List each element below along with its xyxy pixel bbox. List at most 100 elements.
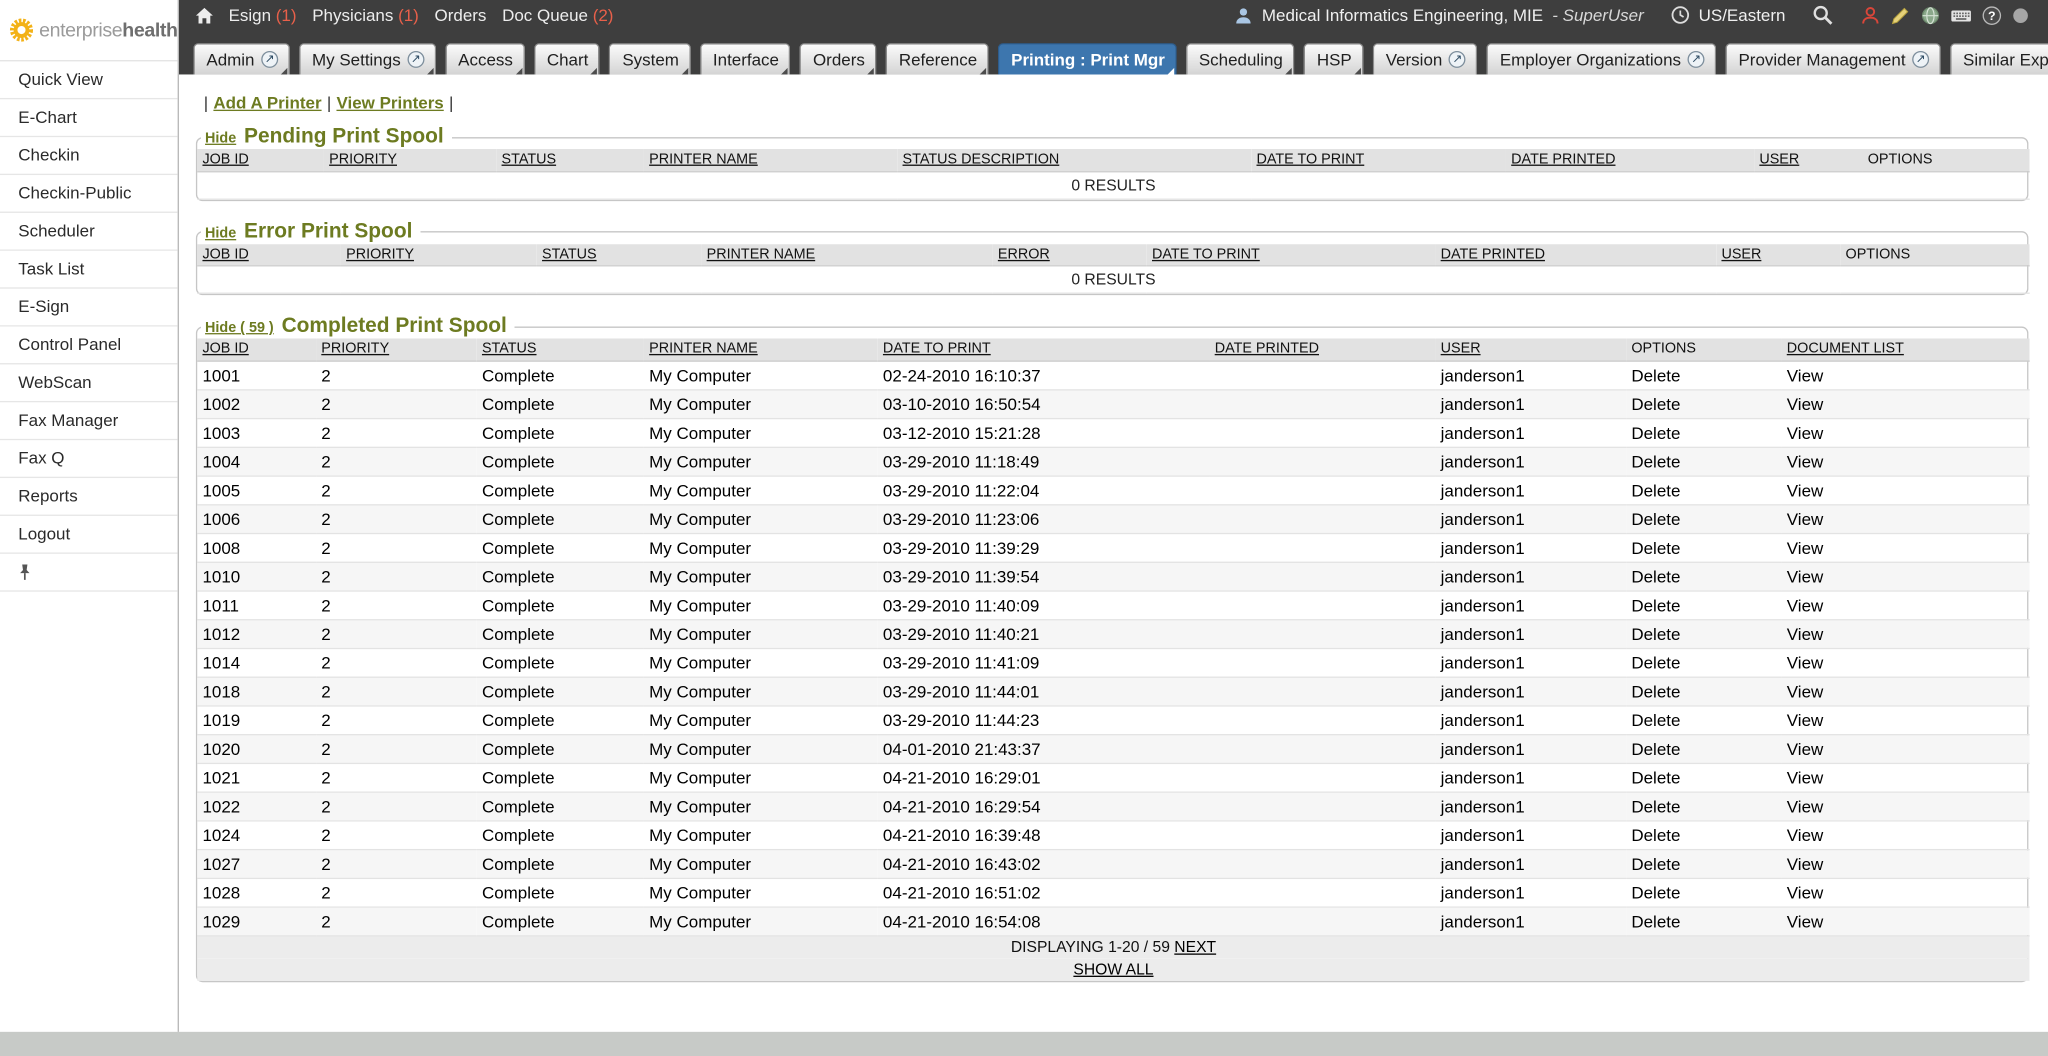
- sidebar-item-logout[interactable]: Logout: [0, 516, 178, 554]
- delete-link[interactable]: Delete: [1631, 537, 1680, 557]
- delete-link[interactable]: Delete: [1631, 423, 1680, 443]
- tab-my-settings[interactable]: My Settings↗: [299, 43, 436, 74]
- view-link[interactable]: View: [1787, 882, 1824, 902]
- tab-access[interactable]: Access: [445, 43, 525, 74]
- sidebar-item-quick-view[interactable]: Quick View: [0, 61, 178, 99]
- delete-link[interactable]: Delete: [1631, 911, 1680, 931]
- column-header-user[interactable]: USER: [1754, 149, 1862, 171]
- column-header-date-printed[interactable]: DATE PRINTED: [1435, 244, 1716, 266]
- view-link[interactable]: View: [1787, 537, 1824, 557]
- hide-pending-link[interactable]: Hide: [205, 131, 236, 147]
- column-header-date-to-print[interactable]: DATE TO PRINT: [878, 338, 1210, 360]
- delete-link[interactable]: Delete: [1631, 624, 1680, 644]
- tab-similar-exposure-groups-segs[interactable]: Similar Exposure Groups (SEGs)↗: [1950, 43, 2048, 74]
- delete-link[interactable]: Delete: [1631, 796, 1680, 816]
- delete-link[interactable]: Delete: [1631, 480, 1680, 500]
- delete-link[interactable]: Delete: [1631, 365, 1680, 385]
- delete-link[interactable]: Delete: [1631, 739, 1680, 759]
- tab-system[interactable]: System: [609, 43, 690, 74]
- delete-link[interactable]: Delete: [1631, 767, 1680, 787]
- column-header-status-description[interactable]: STATUS DESCRIPTION: [897, 149, 1251, 171]
- delete-link[interactable]: Delete: [1631, 652, 1680, 672]
- menu-item-physicians[interactable]: Physicians (1): [312, 5, 419, 25]
- view-link[interactable]: View: [1787, 739, 1824, 759]
- view-link[interactable]: View: [1787, 394, 1824, 414]
- delete-link[interactable]: Delete: [1631, 681, 1680, 701]
- show-all-link[interactable]: SHOW ALL: [1073, 959, 1153, 977]
- view-link[interactable]: View: [1787, 710, 1824, 730]
- sidebar-item-scheduler[interactable]: Scheduler: [0, 213, 178, 251]
- column-header-priority[interactable]: PRIORITY: [341, 244, 537, 266]
- keyboard-button[interactable]: [1950, 5, 1972, 26]
- view-link[interactable]: View: [1787, 825, 1824, 845]
- delete-link[interactable]: Delete: [1631, 451, 1680, 471]
- column-header-priority[interactable]: PRIORITY: [316, 338, 477, 360]
- sidebar-pin-toggle[interactable]: [0, 554, 178, 592]
- column-header-priority[interactable]: PRIORITY: [324, 149, 496, 171]
- view-link[interactable]: View: [1787, 509, 1824, 529]
- menu-item-doc-queue[interactable]: Doc Queue (2): [502, 5, 613, 25]
- app-logo[interactable]: enterprisehealth: [0, 0, 178, 60]
- edit-button[interactable]: [1890, 5, 1911, 26]
- column-header-date-to-print[interactable]: DATE TO PRINT: [1251, 149, 1506, 171]
- view-link[interactable]: View: [1787, 595, 1824, 615]
- column-header-user[interactable]: USER: [1716, 244, 1840, 266]
- search-button[interactable]: [1812, 4, 1834, 26]
- sidebar-item-reports[interactable]: Reports: [0, 478, 178, 516]
- column-header-date-printed[interactable]: DATE PRINTED: [1209, 338, 1435, 360]
- tab-version[interactable]: Version↗: [1373, 43, 1478, 74]
- view-link[interactable]: View: [1787, 854, 1824, 874]
- column-header-date-printed[interactable]: DATE PRINTED: [1506, 149, 1754, 171]
- sidebar-item-checkin[interactable]: Checkin: [0, 137, 178, 175]
- tab-reference[interactable]: Reference: [886, 43, 989, 74]
- add-a-printer-link[interactable]: Add A Printer: [213, 93, 321, 113]
- sidebar-item-e-chart[interactable]: E-Chart: [0, 99, 178, 137]
- online-users-button[interactable]: [1860, 5, 1881, 26]
- column-header-document-list[interactable]: DOCUMENT LIST: [1782, 338, 2030, 360]
- sidebar-item-webscan[interactable]: WebScan: [0, 364, 178, 402]
- delete-link[interactable]: Delete: [1631, 566, 1680, 586]
- delete-link[interactable]: Delete: [1631, 825, 1680, 845]
- tab-chart[interactable]: Chart: [534, 43, 600, 74]
- next-page-link[interactable]: NEXT: [1174, 937, 1216, 955]
- view-link[interactable]: View: [1787, 624, 1824, 644]
- help-button[interactable]: ?: [1981, 5, 2002, 26]
- column-header-printer-name[interactable]: PRINTER NAME: [644, 149, 897, 171]
- column-header-date-to-print[interactable]: DATE TO PRINT: [1147, 244, 1436, 266]
- view-link[interactable]: View: [1787, 566, 1824, 586]
- delete-link[interactable]: Delete: [1631, 509, 1680, 529]
- delete-link[interactable]: Delete: [1631, 394, 1680, 414]
- tab-admin[interactable]: Admin↗: [193, 43, 289, 74]
- column-header-status[interactable]: STATUS: [477, 338, 644, 360]
- sidebar-item-checkin-public[interactable]: Checkin-Public: [0, 175, 178, 213]
- column-header-user[interactable]: USER: [1435, 338, 1626, 360]
- column-header-status[interactable]: STATUS: [537, 244, 702, 266]
- view-link[interactable]: View: [1787, 480, 1824, 500]
- view-link[interactable]: View: [1787, 681, 1824, 701]
- menu-item-esign[interactable]: Esign (1): [229, 5, 297, 25]
- tab-hsp[interactable]: HSP: [1304, 43, 1364, 74]
- sidebar-item-control-panel[interactable]: Control Panel: [0, 327, 178, 365]
- column-header-job-id[interactable]: JOB ID: [197, 338, 316, 360]
- column-header-job-id[interactable]: JOB ID: [197, 244, 341, 266]
- view-link[interactable]: View: [1787, 423, 1824, 443]
- tab-printing-print-mgr[interactable]: Printing : Print Mgr: [998, 43, 1177, 74]
- globe-button[interactable]: [1920, 5, 1941, 26]
- delete-link[interactable]: Delete: [1631, 710, 1680, 730]
- delete-link[interactable]: Delete: [1631, 595, 1680, 615]
- column-header-job-id[interactable]: JOB ID: [197, 149, 324, 171]
- tab-employer-organizations[interactable]: Employer Organizations↗: [1487, 43, 1717, 74]
- view-link[interactable]: View: [1787, 796, 1824, 816]
- column-header-printer-name[interactable]: PRINTER NAME: [644, 338, 878, 360]
- view-printers-link[interactable]: View Printers: [336, 93, 443, 113]
- hide-error-link[interactable]: Hide: [205, 225, 236, 241]
- column-header-status[interactable]: STATUS: [496, 149, 644, 171]
- view-link[interactable]: View: [1787, 911, 1824, 931]
- tab-provider-management[interactable]: Provider Management↗: [1725, 43, 1940, 74]
- tab-interface[interactable]: Interface: [700, 43, 791, 74]
- hide-completed-link[interactable]: Hide ( 59 ): [205, 320, 274, 336]
- column-header-printer-name[interactable]: PRINTER NAME: [701, 244, 992, 266]
- sidebar-item-e-sign[interactable]: E-Sign: [0, 289, 178, 327]
- sidebar-item-fax-q[interactable]: Fax Q: [0, 440, 178, 478]
- delete-link[interactable]: Delete: [1631, 854, 1680, 874]
